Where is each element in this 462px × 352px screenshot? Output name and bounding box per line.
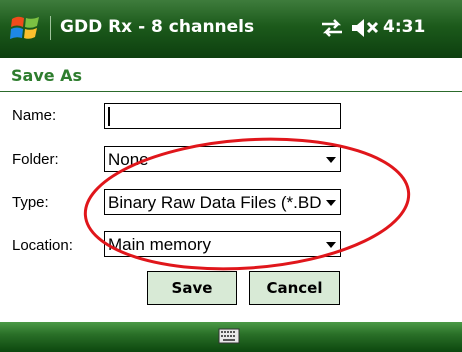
clock[interactable]: 4:31 bbox=[383, 17, 425, 37]
name-input[interactable] bbox=[104, 103, 341, 129]
type-label: Type: bbox=[12, 194, 49, 211]
location-select[interactable]: Main memory bbox=[104, 231, 341, 257]
type-select[interactable]: Binary Raw Data Files (*.BD bbox=[104, 189, 341, 215]
header-divider bbox=[0, 91, 462, 92]
location-value: Main memory bbox=[108, 235, 211, 254]
dialog-title: Save As bbox=[11, 66, 83, 85]
keyboard-icon[interactable] bbox=[218, 328, 240, 344]
bottom-bar bbox=[0, 322, 462, 352]
name-label: Name: bbox=[12, 107, 57, 124]
app-title: GDD Rx - 8 channels bbox=[60, 17, 255, 37]
windows-start-icon[interactable] bbox=[8, 10, 44, 46]
location-label: Location: bbox=[12, 237, 73, 254]
text-caret bbox=[108, 107, 110, 126]
cancel-button[interactable]: Cancel bbox=[249, 271, 340, 305]
connectivity-icon[interactable] bbox=[318, 16, 346, 40]
type-value: Binary Raw Data Files (*.BD bbox=[108, 193, 322, 212]
folder-value: None bbox=[108, 150, 149, 169]
chevron-down-icon[interactable] bbox=[326, 200, 336, 206]
volume-muted-icon[interactable] bbox=[350, 17, 380, 39]
folder-select[interactable]: None bbox=[104, 146, 341, 172]
chevron-down-icon[interactable] bbox=[326, 157, 336, 163]
folder-label: Folder: bbox=[12, 151, 59, 168]
chevron-down-icon[interactable] bbox=[326, 242, 336, 248]
save-button[interactable]: Save bbox=[147, 271, 237, 305]
title-divider bbox=[50, 16, 51, 40]
title-bar: GDD Rx - 8 channels 4:31 bbox=[0, 0, 462, 58]
